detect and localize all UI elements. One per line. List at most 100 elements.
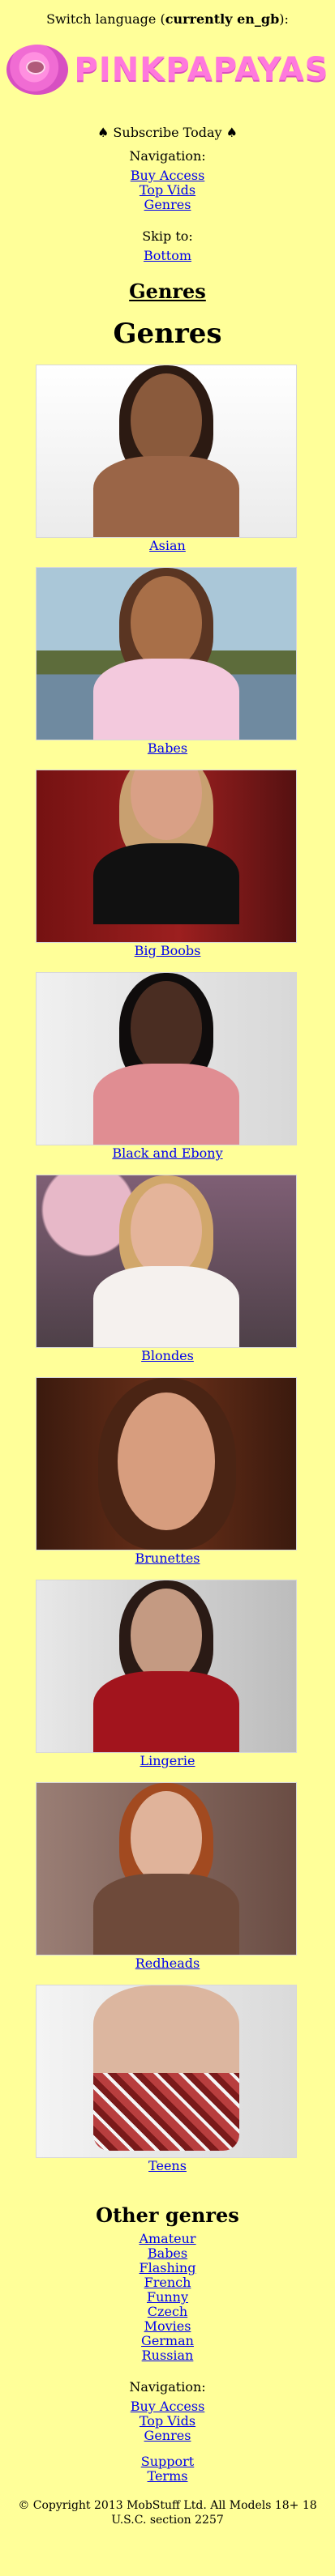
bottom-nav-top-vids-link[interactable]: Top Vids: [140, 2413, 195, 2429]
genre-link-teens[interactable]: Teens: [0, 2158, 335, 2173]
other-genres-list: Amateur Babes Flashing French Funny Czec…: [0, 2232, 335, 2363]
thumbnail-skirt: [93, 2073, 239, 2151]
bottom-navigation: Buy Access Top Vids Genres: [0, 2399, 335, 2443]
thumbnail-body: [93, 1266, 239, 1347]
top-navigation: Buy Access Top Vids Genres: [0, 168, 335, 212]
language-current[interactable]: currently en_gb: [165, 11, 280, 27]
genres-heading-link[interactable]: Genres: [0, 279, 335, 303]
other-genre-link[interactable]: Babes: [148, 2245, 187, 2261]
footer-links: Support Terms: [0, 2454, 335, 2484]
logo-text: PINKPAPAYAS: [74, 51, 329, 88]
subscribe-link[interactable]: ♠ Subscribe Today ♠: [0, 125, 335, 140]
genre-thumbnail[interactable]: [36, 365, 297, 538]
genre-thumbnail[interactable]: [36, 1985, 297, 2158]
other-genre-item: German: [0, 2334, 335, 2348]
bottom-nav-item: Buy Access: [0, 2399, 335, 2414]
footer-link-item: Terms: [0, 2469, 335, 2484]
subscribe-text: ♠ Subscribe Today ♠: [97, 125, 238, 140]
page: Switch language (currently en_gb): PINKP…: [0, 0, 335, 2527]
logo-area: PINKPAPAYAS: [0, 29, 335, 110]
other-genres-heading: Other genres: [96, 2203, 239, 2227]
other-genre-item: Czech: [0, 2305, 335, 2319]
bottom-nav-item: Genres: [0, 2429, 335, 2443]
other-genre-link[interactable]: Amateur: [139, 2231, 195, 2246]
other-genre-item: Amateur: [0, 2232, 335, 2246]
top-navigation-label: Navigation:: [129, 148, 206, 164]
genre-thumbnail[interactable]: [36, 1782, 297, 1955]
thumbnail-face: [131, 1184, 202, 1277]
other-genre-item: Flashing: [0, 2261, 335, 2275]
papaya-logo-icon: [6, 45, 68, 95]
genre-link-lingerie[interactable]: Lingerie: [0, 1753, 335, 1768]
genre-card[interactable]: Asian: [0, 365, 335, 567]
other-genre-item: French: [0, 2275, 335, 2290]
thumbnail-body: [93, 659, 239, 740]
thumbnail-face: [131, 1791, 202, 1885]
terms-link[interactable]: Terms: [148, 2468, 188, 2484]
genre-thumbnail[interactable]: [36, 1175, 297, 1348]
other-genre-link[interactable]: German: [141, 2333, 194, 2348]
genre-card[interactable]: Redheads: [0, 1782, 335, 1985]
skip-label: Skip to:: [142, 228, 193, 244]
thumbnail-body: [93, 843, 239, 924]
thumbnail-body: [93, 1874, 239, 1955]
genre-link-brunettes[interactable]: Brunettes: [0, 1550, 335, 1566]
genres-page-title: Genres: [113, 318, 222, 350]
bottom-nav-buy-access-link[interactable]: Buy Access: [131, 2399, 205, 2414]
genre-card[interactable]: Blondes: [0, 1175, 335, 1377]
other-genre-link[interactable]: Czech: [148, 2304, 187, 2319]
bottom-navigation-label: Navigation:: [129, 2379, 206, 2395]
genre-link-babes[interactable]: Babes: [0, 740, 335, 756]
genre-card[interactable]: Babes: [0, 567, 335, 770]
thumbnail-face: [131, 1589, 202, 1683]
genre-card[interactable]: Brunettes: [0, 1377, 335, 1580]
thumbnail-face: [131, 373, 202, 467]
genre-thumbnail[interactable]: [36, 770, 297, 943]
genre-thumbnail[interactable]: [36, 1580, 297, 1753]
bottom-nav-genres-link[interactable]: Genres: [144, 2428, 191, 2443]
genre-thumbnail[interactable]: [36, 972, 297, 1145]
skip-bottom-link[interactable]: Bottom: [144, 248, 191, 263]
genre-link-redheads[interactable]: Redheads: [0, 1955, 335, 1971]
other-genre-item: Babes: [0, 2246, 335, 2261]
other-genre-link[interactable]: Funny: [147, 2289, 188, 2305]
language-switcher[interactable]: Switch language (currently en_gb):: [0, 0, 335, 29]
genre-thumbnail[interactable]: [36, 567, 297, 740]
genre-card[interactable]: Black and Ebony: [0, 972, 335, 1175]
copyright-notice: © Copyright 2013 MobStuff Ltd. All Model…: [18, 2499, 317, 2527]
genre-link-big-boobs[interactable]: Big Boobs: [0, 943, 335, 958]
other-genre-item: Movies: [0, 2319, 335, 2334]
language-suffix: ):: [279, 11, 289, 27]
other-genre-link[interactable]: Russian: [142, 2348, 194, 2363]
support-link[interactable]: Support: [141, 2454, 194, 2469]
genre-list: Asian Babes Big Boobs Black and Ebony Bl…: [0, 365, 335, 2187]
skip-item: Bottom: [0, 249, 335, 263]
thumbnail-face: [118, 1392, 215, 1530]
bottom-nav-item: Top Vids: [0, 2414, 335, 2429]
genre-card[interactable]: Big Boobs: [0, 770, 335, 972]
thumbnail-body: [93, 1064, 239, 1145]
thumbnail-face: [131, 981, 202, 1075]
genre-card[interactable]: Teens: [0, 1985, 335, 2187]
nav-item: Buy Access: [0, 168, 335, 183]
nav-buy-access-link[interactable]: Buy Access: [131, 168, 205, 183]
other-genre-link[interactable]: Flashing: [140, 2260, 196, 2275]
other-genre-item: Russian: [0, 2348, 335, 2363]
genre-link-blondes[interactable]: Blondes: [0, 1348, 335, 1363]
other-genre-link[interactable]: Movies: [144, 2318, 191, 2334]
thumbnail-face: [131, 576, 202, 670]
genre-link-asian[interactable]: Asian: [0, 538, 335, 553]
skip-navigation: Bottom: [0, 249, 335, 263]
other-genre-link[interactable]: French: [144, 2275, 191, 2290]
nav-item: Genres: [0, 198, 335, 212]
thumbnail-body: [93, 1671, 239, 1752]
nav-item: Top Vids: [0, 183, 335, 198]
genre-thumbnail[interactable]: [36, 1377, 297, 1550]
nav-genres-link[interactable]: Genres: [144, 197, 191, 212]
site-logo[interactable]: PINKPAPAYAS: [6, 45, 329, 95]
nav-top-vids-link[interactable]: Top Vids: [140, 182, 195, 198]
genre-card[interactable]: Lingerie: [0, 1580, 335, 1782]
footer-link-item: Support: [0, 2454, 335, 2469]
language-prefix: Switch language (: [46, 11, 165, 27]
genre-link-black-and-ebony[interactable]: Black and Ebony: [0, 1145, 335, 1161]
